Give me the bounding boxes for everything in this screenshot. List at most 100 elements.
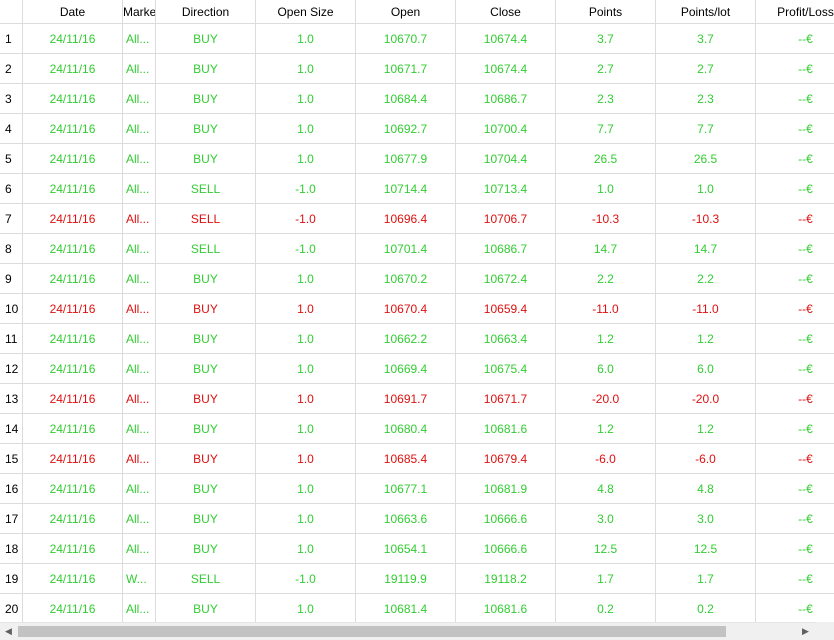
cell-profit-loss: --€ bbox=[756, 294, 834, 324]
table-row[interactable]: 8 24/11/16 All... SELL -1.0 10701.4 10686.7 14.… bbox=[0, 234, 834, 264]
header-date[interactable]: Date bbox=[23, 0, 123, 24]
cell-date: 24/11/16 bbox=[23, 504, 123, 534]
cell-points: 6.0 bbox=[556, 354, 656, 384]
table-row[interactable]: 15 24/11/16 All... BUY 1.0 10685.4 10679.4 -6.0… bbox=[0, 444, 834, 474]
cell-date: 24/11/16 bbox=[23, 414, 123, 444]
cell-open-size: 1.0 bbox=[256, 474, 356, 504]
cell-points-per-lot: 2.7 bbox=[656, 54, 756, 84]
table-row[interactable]: 14 24/11/16 All... BUY 1.0 10680.4 10681.6 1.2 1… bbox=[0, 414, 834, 444]
header-open[interactable]: Open bbox=[356, 0, 456, 24]
cell-date: 24/11/16 bbox=[23, 534, 123, 564]
table-row[interactable]: 9 24/11/16 All... BUY 1.0 10670.2 10672.4 2.2 2.… bbox=[0, 264, 834, 294]
row-number: 15 bbox=[0, 444, 23, 474]
cell-close: 10666.6 bbox=[456, 534, 556, 564]
cell-points-per-lot: -20.0 bbox=[656, 384, 756, 414]
cell-points-per-lot: 1.0 bbox=[656, 174, 756, 204]
cell-market: All... bbox=[123, 474, 156, 504]
table-row[interactable]: 12 24/11/16 All... BUY 1.0 10669.4 10675.4 6.0 6… bbox=[0, 354, 834, 384]
cell-points: 26.5 bbox=[556, 144, 656, 174]
cell-market: All... bbox=[123, 84, 156, 114]
cell-open-size: 1.0 bbox=[256, 444, 356, 474]
header-open-size[interactable]: Open Size bbox=[256, 0, 356, 24]
cell-points-per-lot: -11.0 bbox=[656, 294, 756, 324]
cell-profit-loss: --€ bbox=[756, 594, 834, 622]
cell-direction: BUY bbox=[156, 324, 256, 354]
cell-date: 24/11/16 bbox=[23, 354, 123, 384]
cell-profit-loss: --€ bbox=[756, 24, 834, 54]
cell-profit-loss: --€ bbox=[756, 444, 834, 474]
row-number: 1 bbox=[0, 24, 23, 54]
cell-date: 24/11/16 bbox=[23, 294, 123, 324]
cell-date: 24/11/16 bbox=[23, 204, 123, 234]
cell-points: 14.7 bbox=[556, 234, 656, 264]
table-row[interactable]: 3 24/11/16 All... BUY 1.0 10684.4 10686.7 2.3 2.… bbox=[0, 84, 834, 114]
cell-direction: SELL bbox=[156, 564, 256, 594]
table-row[interactable]: 4 24/11/16 All... BUY 1.0 10692.7 10700.4 7.7 7.… bbox=[0, 114, 834, 144]
row-number: 4 bbox=[0, 114, 23, 144]
cell-profit-loss: --€ bbox=[756, 54, 834, 84]
cell-points-per-lot: 0.2 bbox=[656, 594, 756, 622]
header-points[interactable]: Points bbox=[556, 0, 656, 24]
cell-date: 24/11/16 bbox=[23, 234, 123, 264]
header-rownum[interactable] bbox=[0, 0, 23, 24]
cell-close: 10659.4 bbox=[456, 294, 556, 324]
cell-open-size: -1.0 bbox=[256, 564, 356, 594]
cell-points-per-lot: -6.0 bbox=[656, 444, 756, 474]
table-row[interactable]: 7 24/11/16 All... SELL -1.0 10696.4 10706.7 -10… bbox=[0, 204, 834, 234]
cell-direction: BUY bbox=[156, 114, 256, 144]
cell-direction: BUY bbox=[156, 414, 256, 444]
cell-points: 3.0 bbox=[556, 504, 656, 534]
table-row[interactable]: 17 24/11/16 All... BUY 1.0 10663.6 10666.6 3.0 3… bbox=[0, 504, 834, 534]
cell-open-size: 1.0 bbox=[256, 24, 356, 54]
table-row[interactable]: 10 24/11/16 All... BUY 1.0 10670.4 10659.4 -11.… bbox=[0, 294, 834, 324]
horizontal-scrollbar[interactable]: ◀ ▶ bbox=[0, 622, 834, 640]
table-row[interactable]: 11 24/11/16 All... BUY 1.0 10662.2 10663.4 1.2 1… bbox=[0, 324, 834, 354]
header-market[interactable]: Marke bbox=[123, 0, 156, 24]
cell-open-size: -1.0 bbox=[256, 174, 356, 204]
arrow-left-icon[interactable]: ◀ bbox=[0, 623, 17, 640]
cell-direction: BUY bbox=[156, 444, 256, 474]
table-row[interactable]: 16 24/11/16 All... BUY 1.0 10677.1 10681.9 4.8 4… bbox=[0, 474, 834, 504]
cell-date: 24/11/16 bbox=[23, 24, 123, 54]
cell-open: 10670.7 bbox=[356, 24, 456, 54]
header-profit-loss[interactable]: Profit/Loss bbox=[756, 0, 834, 24]
table-row[interactable]: 2 24/11/16 All... BUY 1.0 10671.7 10674.4 2.7 2.… bbox=[0, 54, 834, 84]
cell-open: 10670.2 bbox=[356, 264, 456, 294]
scrollbar-thumb[interactable] bbox=[18, 626, 726, 637]
cell-close: 10681.9 bbox=[456, 474, 556, 504]
header-close[interactable]: Close bbox=[456, 0, 556, 24]
row-number: 13 bbox=[0, 384, 23, 414]
row-number: 9 bbox=[0, 264, 23, 294]
cell-points-per-lot: 3.7 bbox=[656, 24, 756, 54]
table-row[interactable]: 19 24/11/16 W... SELL -1.0 19119.9 19118.2 1.7 1… bbox=[0, 564, 834, 594]
cell-points-per-lot: 1.2 bbox=[656, 414, 756, 444]
cell-date: 24/11/16 bbox=[23, 444, 123, 474]
table-row[interactable]: 20 24/11/16 All... BUY 1.0 10681.4 10681.6 0.2 0… bbox=[0, 594, 834, 622]
cell-open: 10692.7 bbox=[356, 114, 456, 144]
table-row[interactable]: 5 24/11/16 All... BUY 1.0 10677.9 10704.4 26.5 2… bbox=[0, 144, 834, 174]
cell-date: 24/11/16 bbox=[23, 144, 123, 174]
cell-close: 10704.4 bbox=[456, 144, 556, 174]
cell-market: All... bbox=[123, 114, 156, 144]
cell-points-per-lot: 6.0 bbox=[656, 354, 756, 384]
cell-points-per-lot: 1.7 bbox=[656, 564, 756, 594]
cell-profit-loss: --€ bbox=[756, 144, 834, 174]
cell-market: All... bbox=[123, 294, 156, 324]
row-number: 17 bbox=[0, 504, 23, 534]
cell-open: 10677.9 bbox=[356, 144, 456, 174]
cell-profit-loss: --€ bbox=[756, 564, 834, 594]
cell-open: 10670.4 bbox=[356, 294, 456, 324]
cell-points: -10.3 bbox=[556, 204, 656, 234]
cell-points-per-lot: 1.2 bbox=[656, 324, 756, 354]
header-direction[interactable]: Direction bbox=[156, 0, 256, 24]
cell-open-size: 1.0 bbox=[256, 324, 356, 354]
table-row[interactable]: 1 24/11/16 All... BUY 1.0 10670.7 10674.4 3.7 3.… bbox=[0, 24, 834, 54]
table-row[interactable]: 6 24/11/16 All... SELL -1.0 10714.4 10713.4 1.0… bbox=[0, 174, 834, 204]
cell-open: 10671.7 bbox=[356, 54, 456, 84]
arrow-right-icon[interactable]: ▶ bbox=[797, 623, 814, 640]
cell-market: All... bbox=[123, 354, 156, 384]
trades-table: Date Marke Direction Open Size Open Clos… bbox=[0, 0, 834, 622]
table-row[interactable]: 18 24/11/16 All... BUY 1.0 10654.1 10666.6 12.5… bbox=[0, 534, 834, 564]
header-points-per-lot[interactable]: Points/lot bbox=[656, 0, 756, 24]
table-row[interactable]: 13 24/11/16 All... BUY 1.0 10691.7 10671.7 -20.… bbox=[0, 384, 834, 414]
